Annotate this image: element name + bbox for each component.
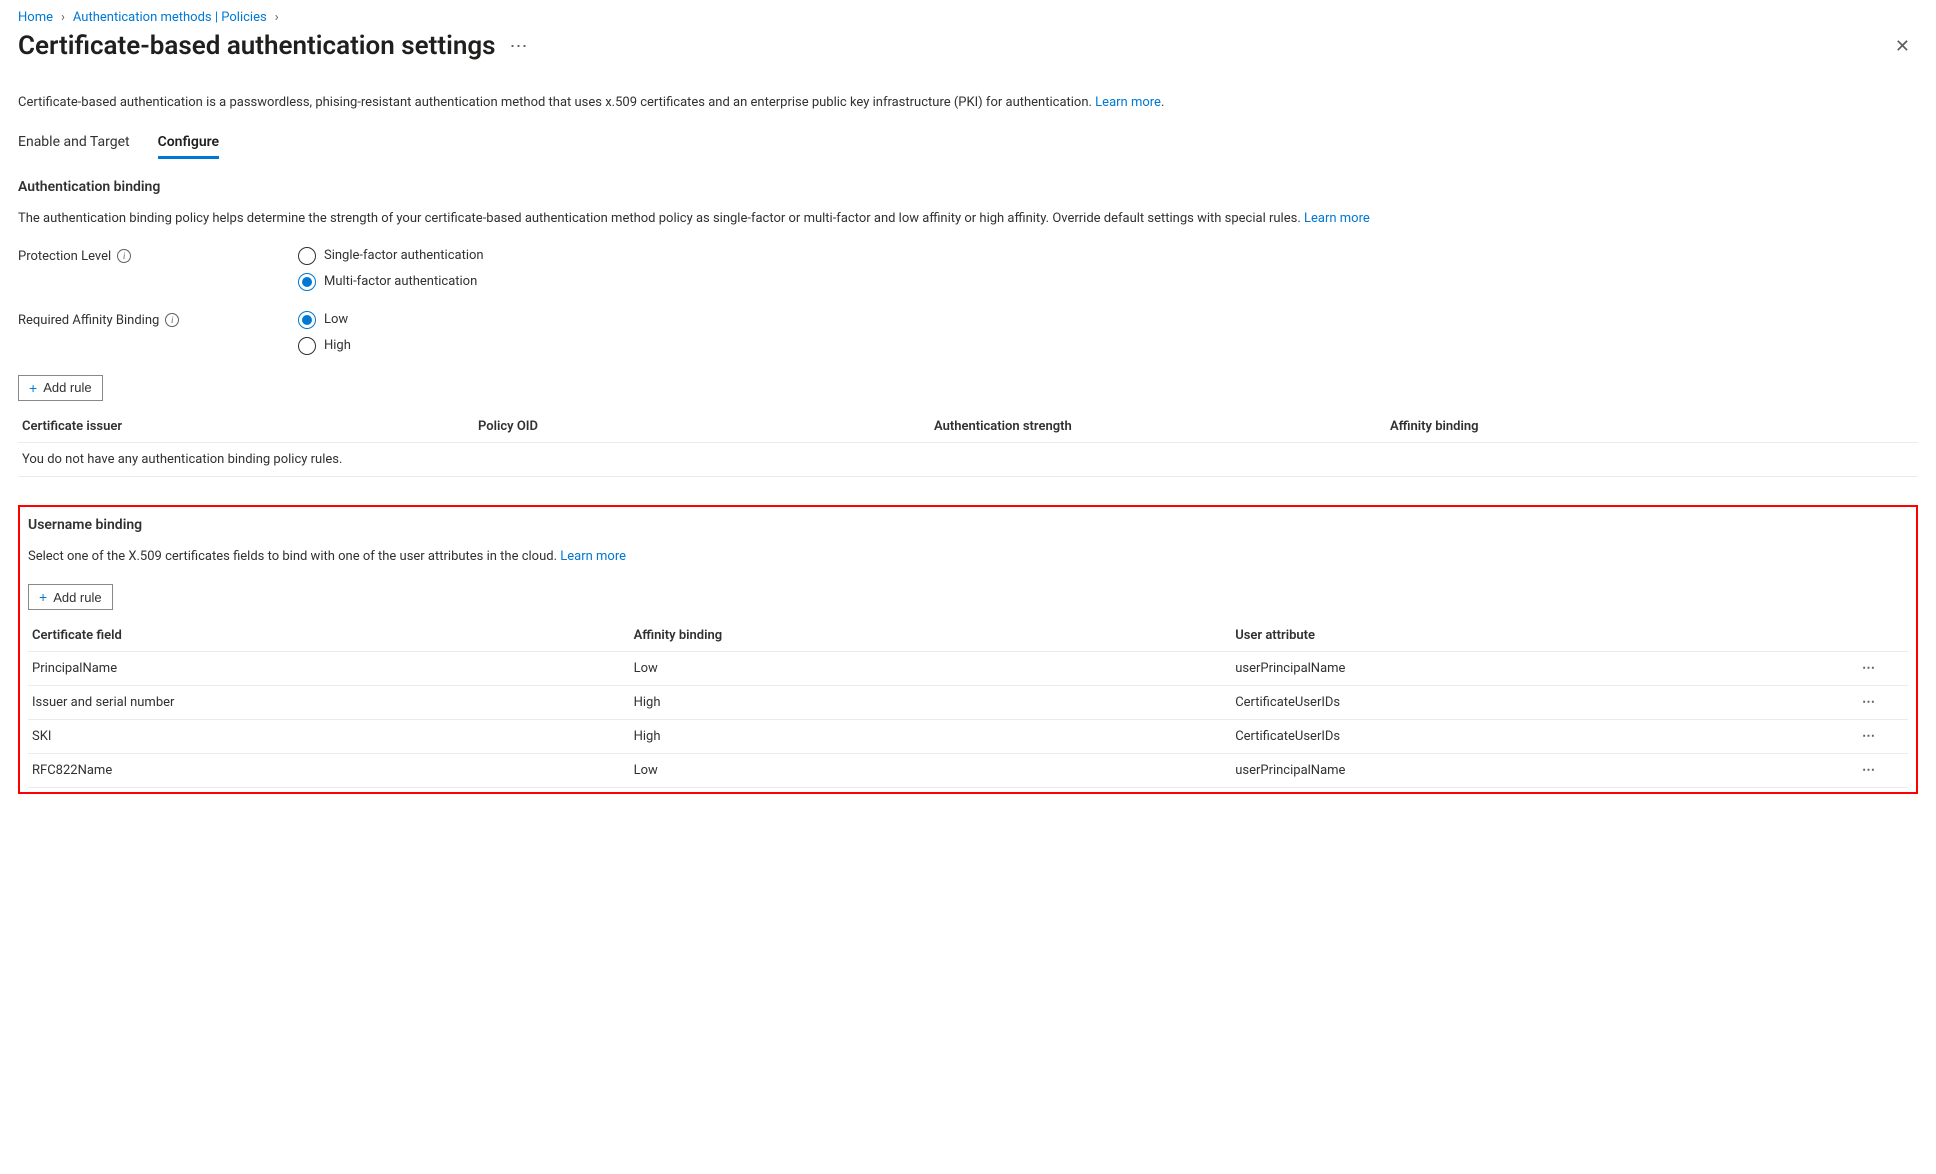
cell-user-attr: userPrincipalName bbox=[1231, 652, 1858, 686]
cell-affinity: High bbox=[630, 686, 1232, 720]
breadcrumb-auth-methods[interactable]: Authentication methods | Policies bbox=[73, 10, 267, 25]
empty-state-text: You do not have any authentication bindi… bbox=[18, 442, 1918, 476]
table-row[interactable]: RFC822Name Low userPrincipalName ⋯ bbox=[28, 754, 1908, 788]
column-header-actions bbox=[1858, 620, 1908, 652]
radio-circle-icon bbox=[298, 337, 316, 355]
radio-circle-icon bbox=[298, 273, 316, 291]
cell-affinity: High bbox=[630, 720, 1232, 754]
cell-affinity: Low bbox=[630, 652, 1232, 686]
period: . bbox=[1161, 95, 1164, 110]
tab-configure[interactable]: Configure bbox=[158, 128, 219, 159]
authentication-binding-section: Authentication binding The authenticatio… bbox=[18, 179, 1918, 477]
column-header-auth-strength[interactable]: Authentication strength bbox=[930, 411, 1386, 443]
column-header-policy-oid[interactable]: Policy OID bbox=[474, 411, 930, 443]
close-icon[interactable]: ✕ bbox=[1887, 32, 1918, 61]
column-header-issuer[interactable]: Certificate issuer bbox=[18, 411, 474, 443]
cell-cert-field: RFC822Name bbox=[28, 754, 630, 788]
radio-label: Single-factor authentication bbox=[324, 248, 484, 263]
table-row[interactable]: Issuer and serial number High Certificat… bbox=[28, 686, 1908, 720]
auth-binding-desc: The authentication binding policy helps … bbox=[18, 209, 1918, 229]
plus-icon: + bbox=[29, 380, 37, 396]
auth-binding-desc-text: The authentication binding policy helps … bbox=[18, 211, 1304, 226]
cell-user-attr: CertificateUserIDs bbox=[1231, 720, 1858, 754]
affinity-binding-row: Required Affinity Binding i Low High bbox=[18, 311, 1918, 355]
info-icon[interactable]: i bbox=[117, 249, 131, 263]
page-title: Certificate-based authentication setting… bbox=[18, 31, 496, 61]
table-row[interactable]: PrincipalName Low userPrincipalName ⋯ bbox=[28, 652, 1908, 686]
protection-level-row: Protection Level i Single-factor authent… bbox=[18, 247, 1918, 291]
learn-more-link[interactable]: Learn more bbox=[1095, 95, 1161, 110]
cell-cert-field: Issuer and serial number bbox=[28, 686, 630, 720]
row-actions-icon[interactable]: ⋯ bbox=[1862, 661, 1884, 676]
auth-binding-table: Certificate issuer Policy OID Authentica… bbox=[18, 411, 1918, 477]
radio-label: High bbox=[324, 338, 351, 353]
add-rule-label: Add rule bbox=[53, 590, 101, 605]
row-actions-icon[interactable]: ⋯ bbox=[1862, 763, 1884, 778]
breadcrumb: Home › Authentication methods | Policies… bbox=[18, 10, 1918, 25]
cell-user-attr: CertificateUserIDs bbox=[1231, 686, 1858, 720]
page-description: Certificate-based authentication is a pa… bbox=[18, 95, 1918, 110]
row-actions-icon[interactable]: ⋯ bbox=[1862, 729, 1884, 744]
username-binding-section: Username binding Select one of the X.509… bbox=[18, 505, 1918, 795]
row-actions-icon[interactable]: ⋯ bbox=[1862, 695, 1884, 710]
cell-cert-field: SKI bbox=[28, 720, 630, 754]
title-row: Certificate-based authentication setting… bbox=[18, 31, 1918, 61]
learn-more-link[interactable]: Learn more bbox=[560, 549, 626, 564]
learn-more-link[interactable]: Learn more bbox=[1304, 211, 1370, 226]
affinity-radio-group: Low High bbox=[298, 311, 351, 355]
radio-affinity-low[interactable]: Low bbox=[298, 311, 351, 329]
protection-level-text: Protection Level bbox=[18, 249, 111, 264]
table-row[interactable]: SKI High CertificateUserIDs ⋯ bbox=[28, 720, 1908, 754]
protection-level-radio-group: Single-factor authentication Multi-facto… bbox=[298, 247, 484, 291]
description-text: Certificate-based authentication is a pa… bbox=[18, 95, 1095, 110]
affinity-binding-text: Required Affinity Binding bbox=[18, 313, 159, 328]
radio-circle-icon bbox=[298, 247, 316, 265]
username-binding-desc: Select one of the X.509 certificates fie… bbox=[28, 547, 1908, 567]
column-header-user-attr[interactable]: User attribute bbox=[1231, 620, 1858, 652]
column-header-affinity[interactable]: Affinity binding bbox=[630, 620, 1232, 652]
cell-user-attr: userPrincipalName bbox=[1231, 754, 1858, 788]
radio-single-factor[interactable]: Single-factor authentication bbox=[298, 247, 484, 265]
breadcrumb-home[interactable]: Home bbox=[18, 10, 53, 25]
cell-cert-field: PrincipalName bbox=[28, 652, 630, 686]
more-icon[interactable]: ⋯ bbox=[510, 36, 529, 57]
username-binding-desc-text: Select one of the X.509 certificates fie… bbox=[28, 549, 560, 564]
username-binding-title: Username binding bbox=[28, 517, 1908, 533]
cell-affinity: Low bbox=[630, 754, 1232, 788]
add-rule-button[interactable]: + Add rule bbox=[28, 584, 113, 610]
radio-label: Low bbox=[324, 312, 348, 327]
chevron-right-icon: › bbox=[275, 10, 279, 25]
protection-level-label: Protection Level i bbox=[18, 247, 298, 264]
radio-label: Multi-factor authentication bbox=[324, 274, 477, 289]
radio-circle-icon bbox=[298, 311, 316, 329]
info-icon[interactable]: i bbox=[165, 313, 179, 327]
add-rule-label: Add rule bbox=[43, 380, 91, 395]
add-rule-button[interactable]: + Add rule bbox=[18, 375, 103, 401]
tab-enable-and-target[interactable]: Enable and Target bbox=[18, 128, 130, 159]
column-header-affinity[interactable]: Affinity binding bbox=[1386, 411, 1918, 443]
plus-icon: + bbox=[39, 589, 47, 605]
radio-multi-factor[interactable]: Multi-factor authentication bbox=[298, 273, 484, 291]
auth-binding-title: Authentication binding bbox=[18, 179, 1918, 195]
radio-affinity-high[interactable]: High bbox=[298, 337, 351, 355]
chevron-right-icon: › bbox=[61, 10, 65, 25]
username-binding-table: Certificate field Affinity binding User … bbox=[28, 620, 1908, 788]
column-header-cert-field[interactable]: Certificate field bbox=[28, 620, 630, 652]
tabs: Enable and Target Configure bbox=[18, 128, 1918, 159]
affinity-binding-label: Required Affinity Binding i bbox=[18, 311, 298, 328]
